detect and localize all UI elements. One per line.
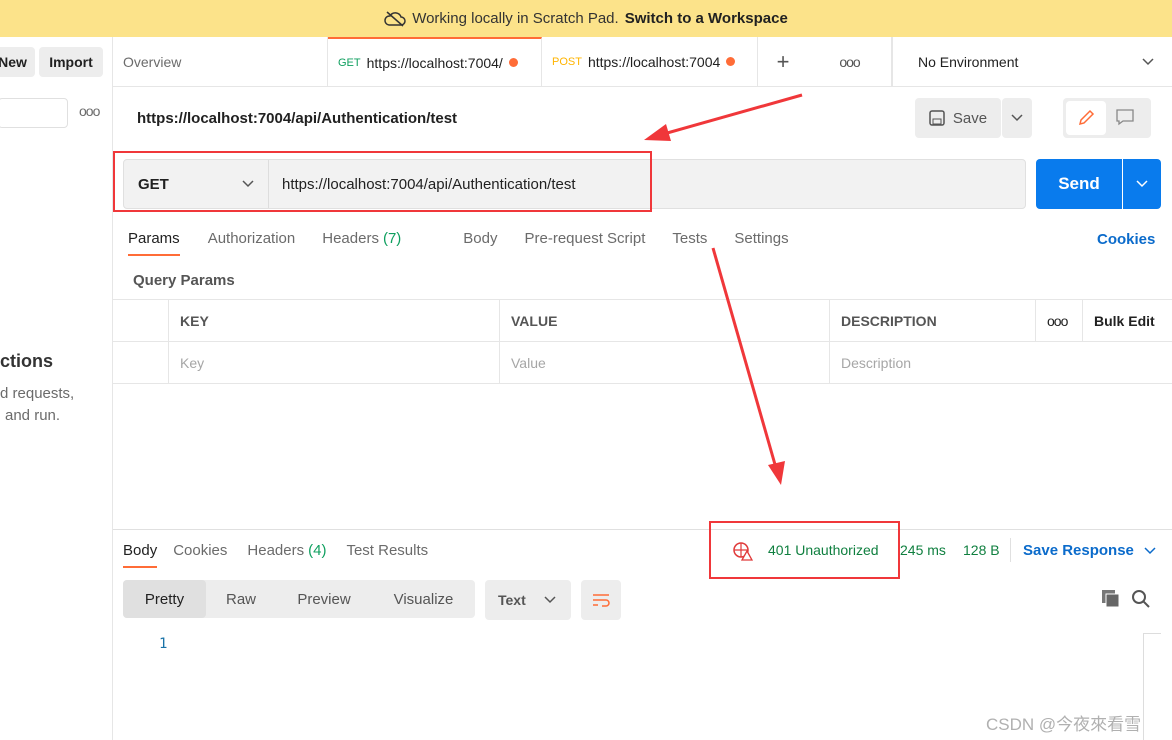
tab-tests[interactable]: Tests	[672, 230, 707, 247]
copy-icon[interactable]	[1101, 589, 1121, 609]
sidebar-more-icon[interactable]: ooo	[79, 103, 100, 119]
response-tab-headers[interactable]: Headers	[247, 542, 304, 559]
save-dropdown-button[interactable]	[1002, 98, 1032, 138]
view-preview[interactable]: Preview	[276, 580, 372, 618]
method-label: POST	[552, 55, 582, 68]
new-tab-plus-icon[interactable]: +	[758, 37, 808, 86]
headers-count: (7)	[382, 230, 402, 247]
tab-headers[interactable]: Headers	[322, 230, 379, 247]
tab-settings[interactable]: Settings	[734, 230, 788, 247]
save-button[interactable]: Save	[915, 98, 1001, 138]
column-key: KEY	[169, 300, 500, 341]
response-tab-test-results[interactable]: Test Results	[346, 542, 428, 559]
annotation-box-status	[709, 521, 900, 579]
response-tabs: Body Cookies Headers (4) Test Results	[123, 542, 455, 568]
send-button[interactable]: Send	[1036, 159, 1122, 209]
tab-authorization[interactable]: Authorization	[208, 230, 296, 247]
view-pretty[interactable]: Pretty	[123, 580, 206, 618]
tab-label: https://localhost:7004/	[366, 54, 503, 71]
value-input[interactable]: Value	[500, 342, 830, 383]
view-raw[interactable]: Raw	[206, 580, 276, 618]
tab-params[interactable]: Params	[128, 230, 180, 256]
method-label: GET	[338, 56, 361, 69]
unsaved-dot-icon	[508, 58, 518, 67]
column-description: DESCRIPTION	[830, 300, 1036, 341]
environment-label: No Environment	[918, 53, 1019, 70]
cloud-off-icon	[384, 10, 406, 27]
key-input[interactable]: Key	[169, 342, 500, 383]
import-button[interactable]: Import	[39, 47, 103, 77]
arrow-head-icon	[768, 461, 785, 485]
tab-overview[interactable]: Overview	[113, 37, 328, 86]
format-select[interactable]: Text	[485, 580, 571, 620]
arrow-line	[659, 93, 803, 137]
sidebar-text: and run.	[5, 407, 61, 424]
scrollbar[interactable]	[1143, 633, 1161, 740]
save-icon	[929, 110, 945, 126]
wrap-lines-icon[interactable]	[581, 580, 621, 620]
query-params-title: Query Params	[133, 272, 235, 289]
watermark: CSDN @今夜來看雪	[986, 715, 1142, 734]
tab-label: https://localhost:7004	[587, 53, 721, 70]
checkbox-column	[113, 300, 169, 341]
edit-pencil-icon[interactable]	[1066, 101, 1106, 135]
line-number: 1	[159, 636, 168, 652]
tab-post-request[interactable]: POST https://localhost:7004	[542, 37, 758, 86]
chevron-down-icon	[1142, 57, 1154, 65]
tab-bar: Overview GET https://localhost:7004/ POST…	[113, 37, 1172, 87]
save-response-label: Save Response	[1023, 542, 1134, 559]
sidebar-text: d requests,	[0, 385, 75, 402]
comments-icon[interactable]	[1115, 108, 1135, 129]
format-value: Text	[498, 592, 526, 608]
bulk-edit-button[interactable]: Bulk Edit	[1083, 300, 1172, 341]
annotation-box-request	[113, 151, 652, 212]
response-size[interactable]: 128 B	[963, 542, 1000, 558]
response-view-segment: Pretty Raw Preview Visualize	[123, 580, 475, 618]
arrow-head-icon	[644, 124, 671, 141]
divider	[1010, 538, 1011, 562]
environment-select[interactable]: No Environment	[892, 37, 1172, 86]
view-toggle	[1063, 98, 1151, 138]
tab-get-request[interactable]: GET https://localhost:7004/	[328, 37, 542, 86]
tabs-more-icon[interactable]: ooo	[808, 37, 892, 86]
unsaved-dot-icon	[726, 57, 736, 66]
send-dropdown-button[interactable]	[1123, 159, 1161, 209]
request-title: https://localhost:7004/api/Authenticatio…	[137, 110, 458, 127]
table-row: Key Value Description	[113, 342, 1172, 384]
cookies-link[interactable]: Cookies	[1097, 231, 1155, 248]
query-params-table: KEY VALUE DESCRIPTION ooo Bulk Edit Key …	[113, 299, 1172, 384]
chevron-down-icon	[1011, 114, 1023, 122]
banner-text: Working locally in Scratch Pad.	[412, 10, 619, 27]
chevron-down-icon	[1144, 546, 1156, 554]
response-divider	[113, 529, 1172, 530]
response-time[interactable]: 245 ms	[900, 542, 946, 558]
table-more-icon[interactable]: ooo	[1036, 300, 1083, 341]
search-icon[interactable]	[1131, 589, 1151, 609]
column-value: VALUE	[500, 300, 830, 341]
sidebar: New Import ooo ctions d requests, and ru…	[0, 37, 113, 740]
response-tab-body[interactable]: Body	[123, 542, 158, 568]
chevron-down-icon	[544, 596, 556, 604]
save-response-button[interactable]: Save Response	[1023, 542, 1156, 559]
checkbox-cell	[113, 342, 169, 383]
response-headers-count: (4)	[308, 542, 327, 559]
tab-body[interactable]: Body	[463, 230, 497, 247]
new-button[interactable]: New	[0, 47, 35, 77]
tab-label: Overview	[123, 53, 182, 70]
save-label: Save	[952, 109, 988, 127]
view-visualize[interactable]: Visualize	[372, 580, 475, 618]
chevron-down-icon	[1136, 180, 1148, 188]
description-input[interactable]: Description	[830, 342, 1172, 383]
table-header-row: KEY VALUE DESCRIPTION ooo Bulk Edit	[113, 300, 1172, 342]
switch-workspace-link[interactable]: Switch to a Workspace	[625, 10, 788, 27]
tab-pre-request-script[interactable]: Pre-request Script	[525, 230, 646, 247]
request-tabs: Params Authorization Headers (7) Body Pre-req…	[128, 230, 816, 256]
response-tab-cookies[interactable]: Cookies	[173, 542, 227, 559]
scratch-pad-banner: Working locally in Scratch Pad. Switch t…	[0, 0, 1172, 37]
sidebar-heading: ctions	[0, 351, 54, 371]
sidebar-search-input[interactable]	[0, 98, 68, 128]
